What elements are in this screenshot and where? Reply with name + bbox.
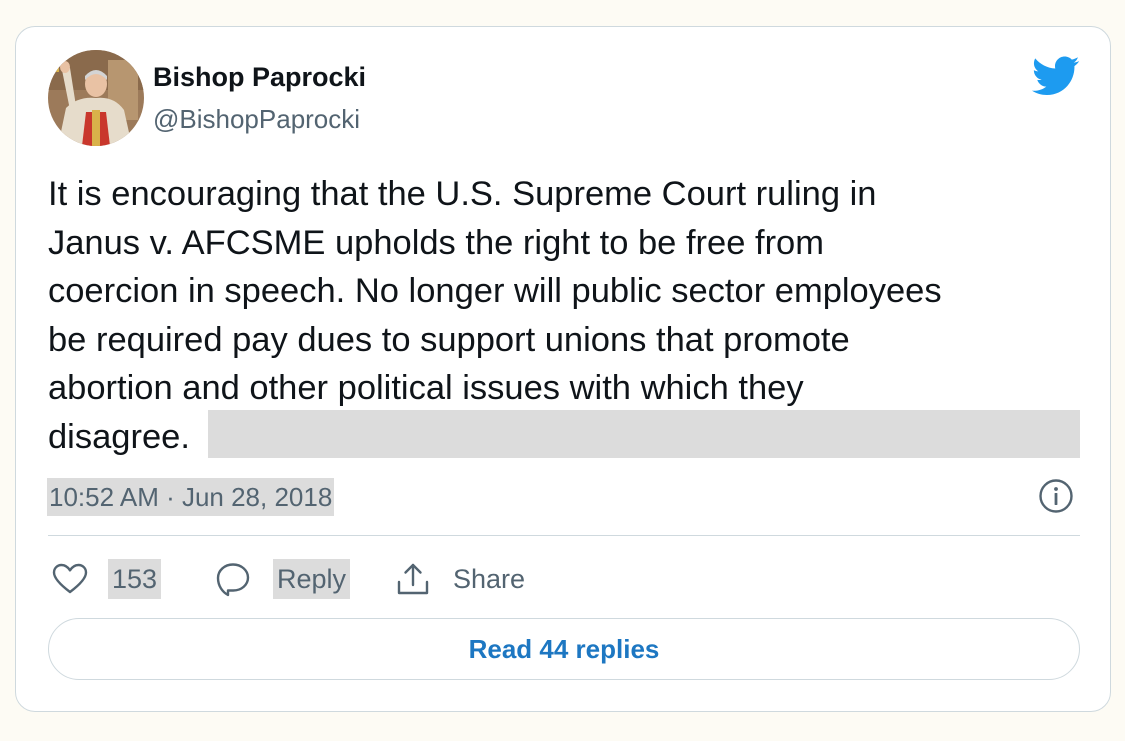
tweet-text-line: abortion and other political issues with… [48,369,804,407]
author-handle[interactable]: @BishopPaprocki [153,104,360,135]
tweet-text-line: be required pay dues to support unions t… [48,320,850,359]
share-button[interactable]: Share [395,558,525,600]
reply-button[interactable]: Reply [215,558,351,600]
heart-icon [52,563,88,594]
avatar[interactable] [48,50,144,146]
avatar-photo [48,50,144,146]
tweet-timestamp[interactable]: 10:52 AM · Jun 28, 2018 [47,478,335,516]
share-label: Share [453,563,526,594]
like-count: 153 [108,559,162,599]
highlight-strip [208,410,1080,458]
tweet-text-line: coercion in speech. No longer will publi… [48,272,942,310]
info-icon[interactable] [1038,478,1074,514]
read-replies-label: Read 44 replies [468,633,660,664]
like-button[interactable]: 153 [52,558,162,600]
read-replies-button[interactable]: Read 44 replies [48,618,1080,680]
share-upload-icon [397,563,429,595]
speech-bubble-icon [216,563,250,597]
tweet-text-line: It is encouraging that the U.S. Supreme … [48,175,877,213]
reply-label: Reply [273,559,351,599]
divider [48,535,1080,536]
twitter-bird-icon[interactable] [1030,56,1080,98]
tweet-text-line: Janus v. AFCSME upholds the right to be … [48,223,824,262]
author-display-name[interactable]: Bishop Paprocki [153,62,366,93]
